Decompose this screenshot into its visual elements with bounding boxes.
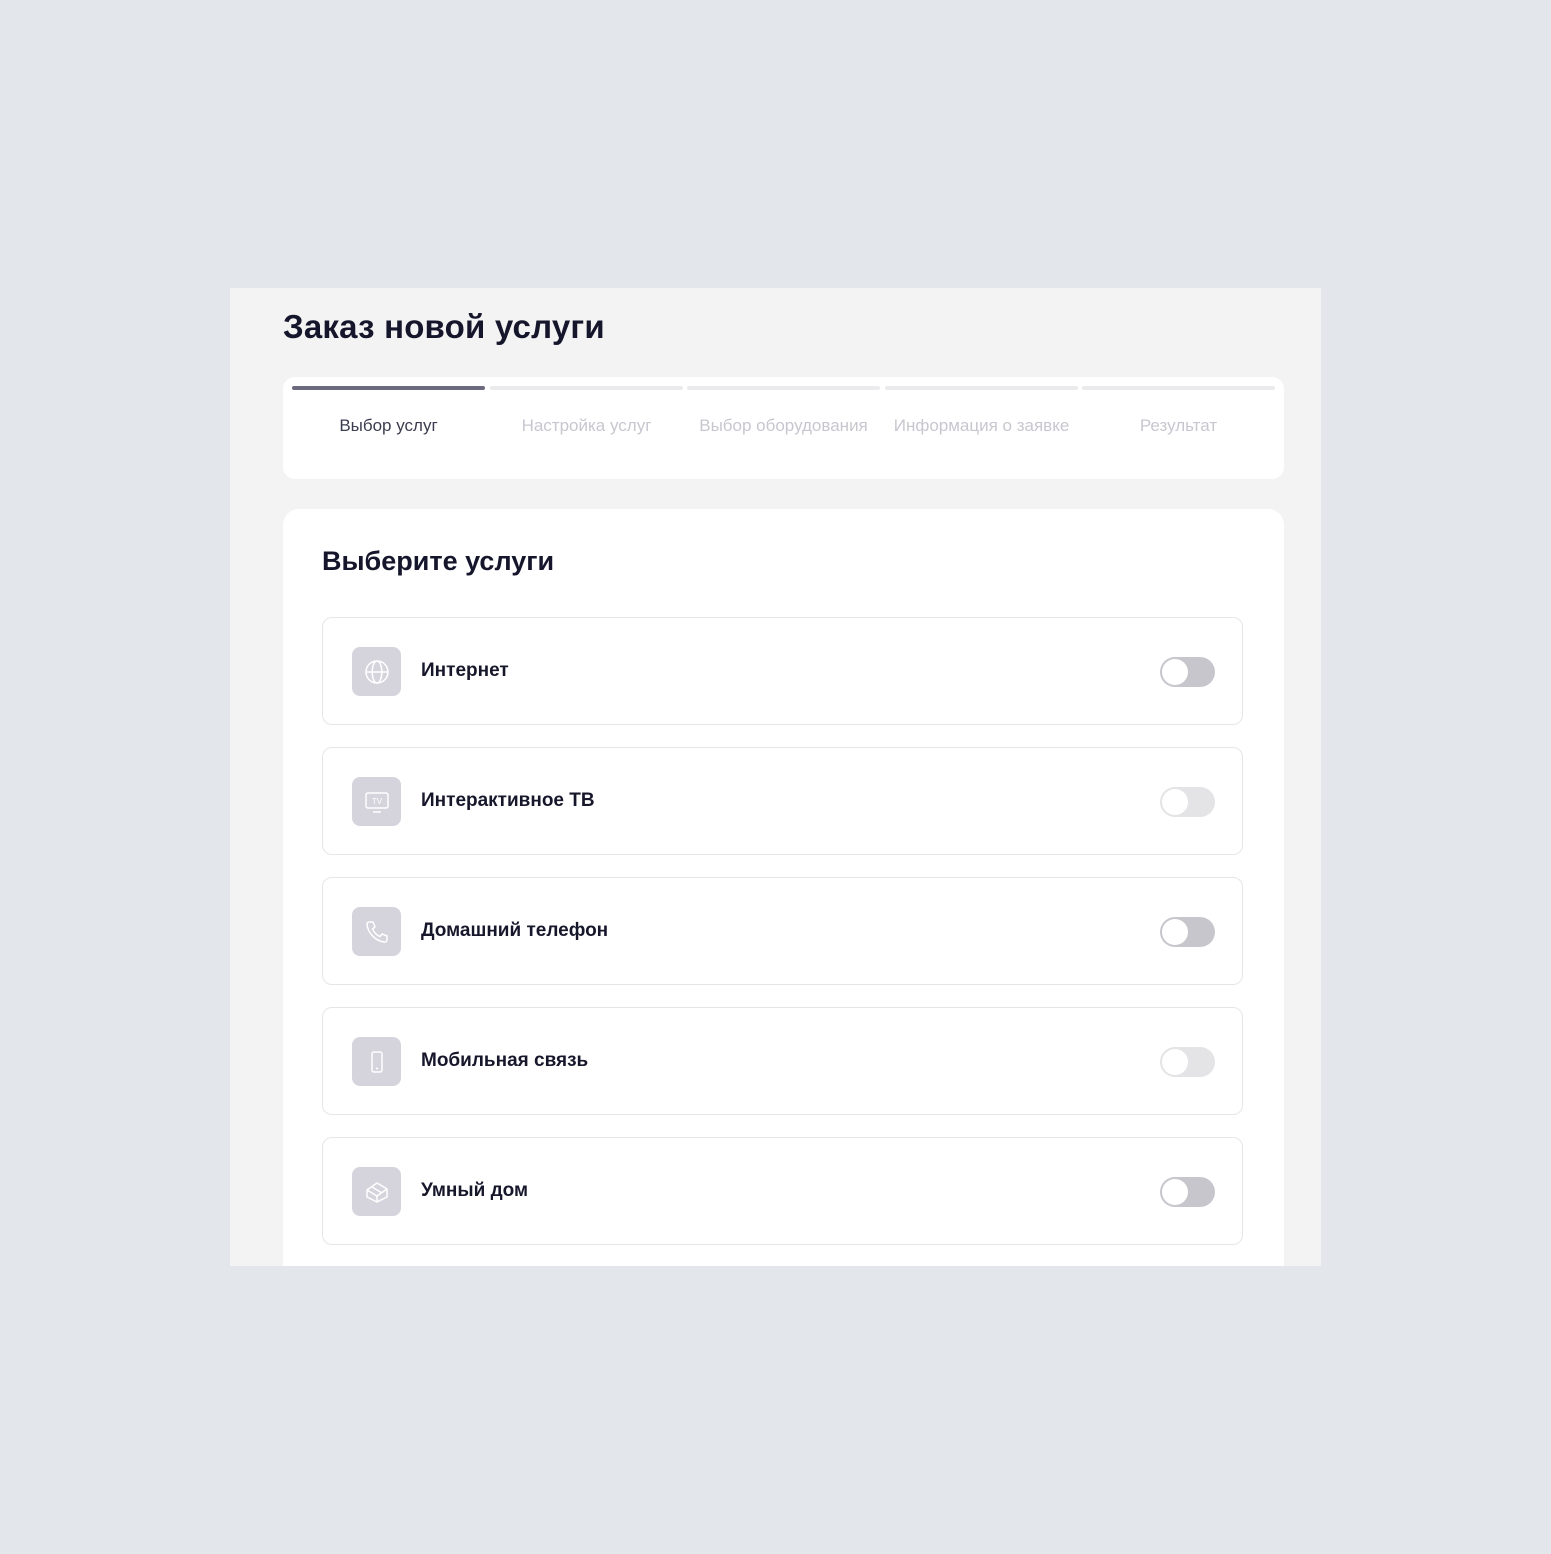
interactive-tv-toggle[interactable] bbox=[1160, 787, 1215, 817]
service-row-internet[interactable]: Интернет bbox=[322, 617, 1243, 725]
service-label: Умный дом bbox=[421, 1180, 529, 1201]
toggle-knob bbox=[1162, 919, 1188, 945]
service-row-interactive-tv[interactable]: TV Интерактивное ТВ bbox=[322, 747, 1243, 855]
step-label: Выбор оборудования bbox=[699, 416, 868, 435]
step-equipment-selection[interactable]: Выбор оборудования bbox=[687, 386, 880, 466]
mobile-toggle[interactable] bbox=[1160, 1047, 1215, 1077]
step-service-selection[interactable]: Выбор услуг bbox=[292, 386, 485, 466]
step-label: Выбор услуг bbox=[339, 416, 438, 435]
mobile-icon bbox=[352, 1037, 401, 1086]
toggle-knob bbox=[1162, 659, 1188, 685]
step-label: Настройка услуг bbox=[521, 416, 652, 435]
service-label: Интернет bbox=[421, 660, 509, 681]
tv-icon: TV bbox=[352, 777, 401, 826]
service-row-mobile[interactable]: Мобильная связь bbox=[322, 1007, 1243, 1115]
service-label: Мобильная связь bbox=[421, 1050, 589, 1071]
page-title: Заказ новой услуги bbox=[283, 308, 605, 345]
service-label: Интерактивное ТВ bbox=[421, 790, 595, 811]
step-request-info[interactable]: Информация о заявке bbox=[885, 386, 1078, 466]
toggle-knob bbox=[1162, 789, 1188, 815]
step-progress-bar bbox=[490, 386, 683, 390]
home-phone-toggle[interactable] bbox=[1160, 917, 1215, 947]
toggle-knob bbox=[1162, 1179, 1188, 1205]
step-label: Информация о заявке bbox=[893, 416, 1070, 435]
service-row-smart-home[interactable]: Умный дом bbox=[322, 1137, 1243, 1245]
service-label: Домашний телефон bbox=[421, 920, 609, 941]
order-panel: Заказ новой услуги Выбор услуг Настройка… bbox=[230, 288, 1321, 1266]
step-label: Результат bbox=[1139, 416, 1218, 435]
step-progress-bar bbox=[292, 386, 485, 390]
section-title: Выберите услуги bbox=[322, 546, 555, 576]
service-row-home-phone[interactable]: Домашний телефон bbox=[322, 877, 1243, 985]
step-progress-bar bbox=[885, 386, 1078, 390]
services-card: Выберите услуги Интернет TV Интерактивно… bbox=[283, 509, 1284, 1266]
tv-icon-text: TV bbox=[371, 797, 382, 806]
internet-toggle[interactable] bbox=[1160, 657, 1215, 687]
step-result[interactable]: Результат bbox=[1082, 386, 1275, 466]
step-progress-bar bbox=[1082, 386, 1275, 390]
smart-home-toggle[interactable] bbox=[1160, 1177, 1215, 1207]
order-stepper: Выбор услуг Настройка услуг Выбор оборуд… bbox=[283, 377, 1284, 479]
step-progress-bar bbox=[687, 386, 880, 390]
toggle-knob bbox=[1162, 1049, 1188, 1075]
smart-home-icon bbox=[352, 1167, 401, 1216]
globe-icon bbox=[352, 647, 401, 696]
step-service-settings[interactable]: Настройка услуг bbox=[490, 386, 683, 466]
phone-icon bbox=[352, 907, 401, 956]
